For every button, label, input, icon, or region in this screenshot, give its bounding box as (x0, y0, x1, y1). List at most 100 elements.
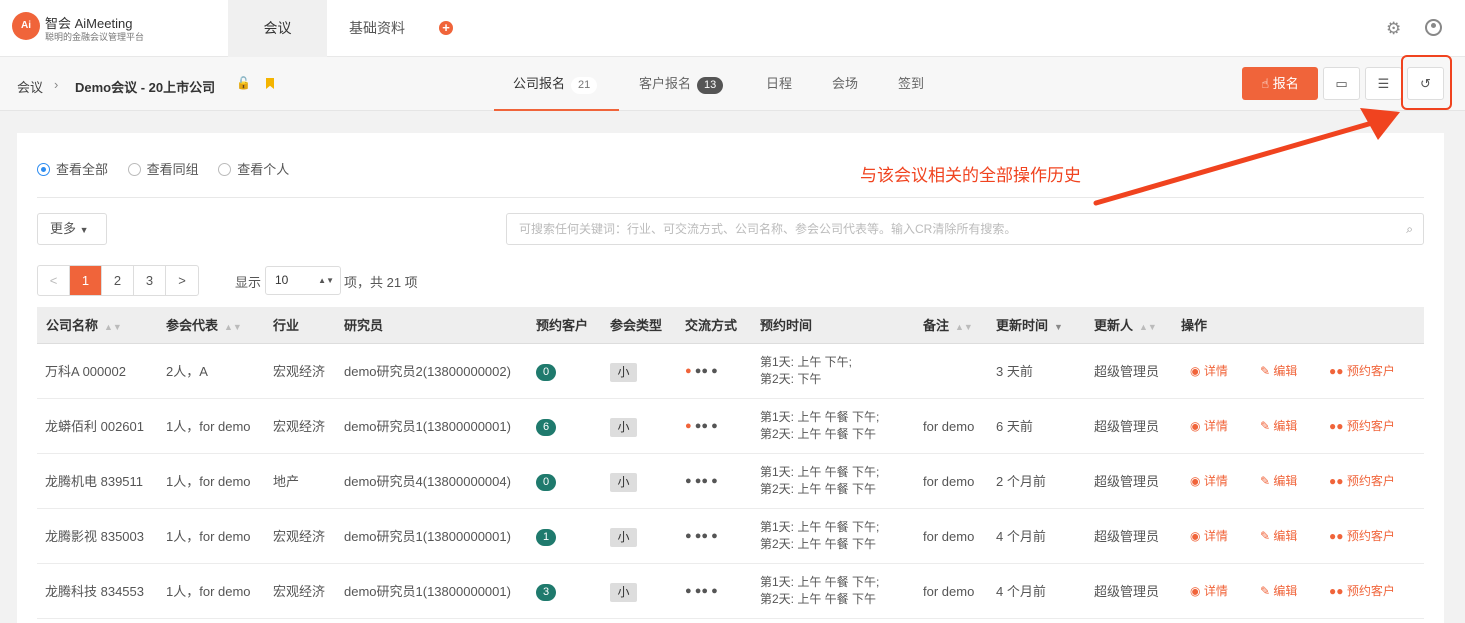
cell-updated: 3 天前 (996, 364, 1033, 379)
edit-link[interactable]: ✎ 编辑 (1260, 399, 1297, 454)
col-updater[interactable]: 更新人 ▲▼ (1094, 307, 1157, 346)
cell-note: for demo (923, 419, 975, 434)
cell-updated: 6 天前 (996, 419, 1033, 434)
cell-reserved-count: 0 (536, 344, 556, 399)
sort-icon: ▲▼ (955, 322, 973, 332)
nav-tab-basic-data[interactable]: 基础资料 (327, 0, 427, 57)
radio-view-all[interactable]: 查看全部 (37, 159, 108, 178)
col-industry: 行业 (273, 318, 300, 333)
type-badge: 小 (610, 473, 637, 493)
person-icon: ● (685, 365, 692, 377)
reserve-client-link[interactable]: ●● 预约客户 (1329, 399, 1395, 454)
radio-view-personal[interactable]: 查看个人 (218, 159, 289, 178)
page-3[interactable]: 3 (134, 266, 166, 295)
table-row: 万科A 000002 2人，A 宏观经济 demo研究员2(13800000002) 0… (37, 344, 1424, 399)
cell-type: 小 (610, 564, 637, 619)
cell-type: 小 (610, 509, 637, 564)
page-next[interactable]: > (166, 266, 198, 295)
col-note[interactable]: 备注 ▲▼ (923, 307, 973, 346)
count-badge: 3 (536, 584, 556, 602)
cell-type: 小 (610, 399, 637, 454)
cell-company: 龙蟒佰利 002601 (45, 419, 144, 434)
sub-bar: 会议 › Demo会议 - 20上市公司 🔓 公司报名 21 客户报名 13 日程 … (0, 57, 1465, 111)
main-card: 查看全部 查看同组 查看个人 与该会议相关的全部操作历史 更多 ▼ 可搜索任何关… (17, 133, 1444, 623)
cell-updater: 超级管理员 (1094, 529, 1160, 544)
breadcrumb-root[interactable]: 会议 (17, 77, 43, 96)
cell-representative: 1人，for demo (166, 419, 251, 434)
cell-exchange-icons: ● ●● ● (685, 454, 718, 509)
reserve-client-link[interactable]: ●● 预约客户 (1329, 509, 1395, 564)
cell-note: for demo (923, 529, 975, 544)
person-icon: ● (685, 420, 692, 432)
reserve-client-link[interactable]: ●● 预约客户 (1329, 344, 1395, 399)
cell-researcher: demo研究员4(13800000004) (344, 474, 511, 489)
col-company[interactable]: 公司名称 ▲▼ (46, 307, 122, 346)
cell-exchange-icons: ● ●● ● (685, 509, 718, 564)
reserve-client-link[interactable]: ●● 预约客户 (1329, 454, 1395, 509)
count-badge: 0 (536, 364, 556, 382)
user-icon[interactable] (1425, 19, 1442, 36)
page-prev[interactable]: < (38, 266, 70, 295)
edit-link[interactable]: ✎ 编辑 (1260, 344, 1297, 399)
cell-industry: 宏观经济 (273, 584, 326, 599)
top-bar: Ai 智会 AiMeeting 聪明的金融会议管理平台 会议 基础资料 + ⚙ (0, 0, 1465, 57)
edit-link[interactable]: ✎ 编辑 (1260, 564, 1297, 619)
tab-checkin[interactable]: 签到 (898, 57, 924, 111)
count-badge: 1 (536, 529, 556, 547)
count-badge: 13 (697, 77, 724, 94)
table-row: 龙腾科技 834553 1人，for demo 宏观经济 demo研究员1(13800… (37, 564, 1424, 619)
users-icon: ●● (1329, 529, 1344, 543)
hand-icon: ☝ (1261, 76, 1270, 91)
settings-sliders-button[interactable]: ☰ (1365, 67, 1402, 100)
cell-representative: 1人，for demo (166, 529, 251, 544)
col-representative[interactable]: 参会代表 ▲▼ (166, 307, 242, 346)
detail-link[interactable]: ◉ 详情 (1190, 344, 1228, 399)
chat-icon: ● (711, 475, 718, 487)
eye-icon: ◉ (1190, 364, 1201, 378)
page-1[interactable]: 1 (70, 266, 102, 295)
cell-company: 龙腾科技 834553 (45, 584, 144, 599)
cell-researcher: demo研究员1(13800000001) (344, 529, 511, 544)
tab-company-registration[interactable]: 公司报名 21 (494, 57, 619, 111)
cell-representative: 1人，for demo (166, 584, 251, 599)
tab-client-registration[interactable]: 客户报名 13 (639, 57, 724, 111)
detail-link[interactable]: ◉ 详情 (1190, 509, 1228, 564)
tab-venue[interactable]: 会场 (832, 57, 858, 111)
add-icon[interactable]: + (439, 21, 453, 35)
monitor-button[interactable]: ▭ (1323, 67, 1360, 100)
breadcrumb-current: Demo会议 - 20上市公司 (75, 80, 216, 95)
detail-link[interactable]: ◉ 详情 (1190, 454, 1228, 509)
col-actions: 操作 (1181, 318, 1208, 333)
page-2[interactable]: 2 (102, 266, 134, 295)
type-badge: 小 (610, 363, 637, 383)
chat-icon: ● (711, 365, 718, 377)
col-updated[interactable]: 更新时间 ▼ (996, 307, 1063, 346)
eye-icon: ◉ (1190, 419, 1201, 433)
page-size-select[interactable]: 10 ▲▼ (265, 266, 341, 295)
cell-researcher: demo研究员2(13800000002) (344, 364, 511, 379)
group-icon: ●● (694, 365, 709, 377)
table-header: 公司名称 ▲▼ 参会代表 ▲▼ 行业 研究员 预约客户 参会类型 交流方式 预约时间… (37, 307, 1424, 344)
register-button[interactable]: ☝ 报名 (1242, 67, 1318, 100)
users-icon: ●● (1329, 419, 1344, 433)
edit-link[interactable]: ✎ 编辑 (1260, 454, 1297, 509)
tab-schedule[interactable]: 日程 (766, 57, 792, 111)
highlight-box (1401, 55, 1452, 110)
cell-industry: 宏观经济 (273, 529, 326, 544)
cell-reserved-count: 1 (536, 509, 556, 564)
more-dropdown[interactable]: 更多 ▼ (37, 213, 107, 245)
detail-link[interactable]: ◉ 详情 (1190, 399, 1228, 454)
detail-link[interactable]: ◉ 详情 (1190, 564, 1228, 619)
bookmark-icon[interactable] (266, 78, 274, 89)
chat-icon: ● (711, 420, 718, 432)
cell-updated: 4 个月前 (996, 529, 1046, 544)
radio-view-group[interactable]: 查看同组 (127, 159, 199, 178)
eye-icon: ◉ (1190, 474, 1201, 488)
nav-tab-meeting[interactable]: 会议 (228, 0, 327, 57)
cell-reserved-time: 第1天: 上午 午餐 下午; 第2天: 上午 午餐 下午 (760, 465, 880, 496)
edit-link[interactable]: ✎ 编辑 (1260, 509, 1297, 564)
reserve-client-link[interactable]: ●● 预约客户 (1329, 564, 1395, 619)
gear-icon[interactable]: ⚙ (1386, 19, 1401, 39)
search-input[interactable]: 可搜索任何关键词：行业、可交流方式、公司名称、参会公司代表等。输入CR清除所有搜… (506, 213, 1424, 245)
unlock-icon[interactable]: 🔓 (236, 76, 251, 90)
